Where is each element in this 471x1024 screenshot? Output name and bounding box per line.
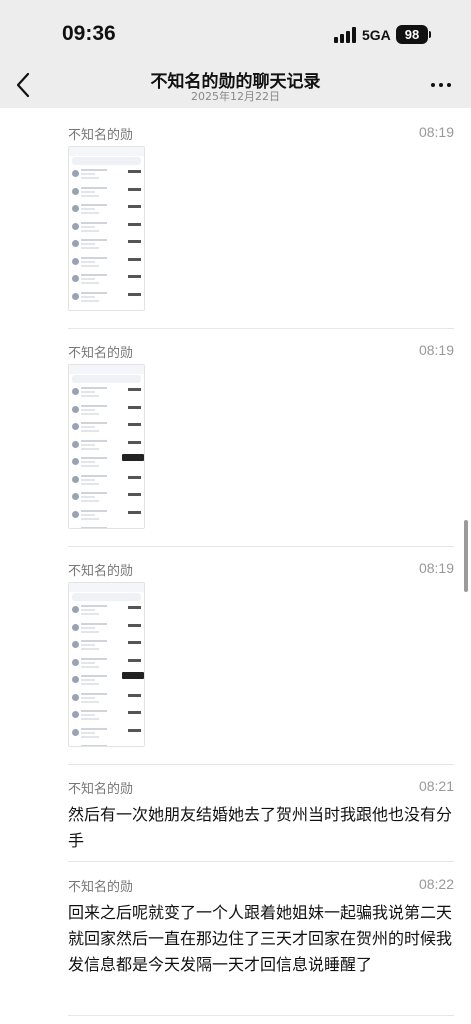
message-time: 08:19 [418, 560, 454, 576]
sender-name: 不知名的勋 [68, 782, 134, 797]
message-item: 不知名的勋 08:19 [68, 342, 454, 547]
sender-name: 不知名的勋 [68, 880, 134, 895]
message-text: 回来之后呢就变了一个人跟着她姐妹一起骗我说第二天就回家然后一直在那边住了三天才回… [68, 903, 453, 974]
message-time: 08:19 [418, 342, 454, 358]
signal-icon [334, 27, 356, 43]
nav-bar: 不知名的勋的聊天记录 2025年12月22日 [0, 66, 471, 108]
more-button[interactable] [428, 78, 454, 92]
image-thumbnail[interactable] [68, 364, 145, 529]
battery-icon: 98 [396, 25, 431, 44]
image-thumbnail[interactable] [68, 146, 145, 311]
scrollbar[interactable] [464, 520, 468, 592]
sender-name: 不知名的勋 [68, 346, 134, 361]
message-time: 08:22 [418, 876, 454, 892]
chat-history[interactable]: 不知名的勋 08:19 不知名的勋 08:19 不知名的勋 08:19 不知名的… [0, 108, 471, 1024]
message-item: 不知名的勋 08:21 然后有一次她朋友结婚她去了贺州当时我跟他也没有分手 [68, 778, 454, 862]
status-time: 09:36 [62, 22, 116, 45]
message-item: 不知名的勋 08:19 [68, 560, 454, 765]
message-time: 08:19 [418, 124, 454, 140]
message-time: 08:21 [418, 778, 454, 794]
network-label: 5GA [362, 27, 391, 43]
image-thumbnail[interactable] [68, 582, 145, 747]
message-text: 然后有一次她朋友结婚她去了贺州当时我跟他也没有分手 [68, 805, 453, 850]
sender-name: 不知名的勋 [68, 128, 134, 143]
message-item: 不知名的勋 08:22 回来之后呢就变了一个人跟着她姐妹一起骗我说第二天就回家然… [68, 876, 454, 1016]
message-item: 不知名的勋 08:19 [68, 124, 454, 329]
page-subtitle: 2025年12月22日 [191, 90, 280, 103]
status-bar: 09:36 5GA 98 [0, 0, 471, 66]
sender-name: 不知名的勋 [68, 564, 134, 579]
